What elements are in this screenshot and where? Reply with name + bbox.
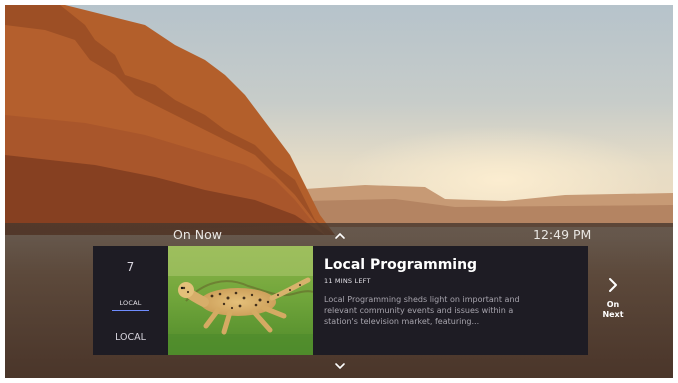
chevron-up-icon[interactable] [333,231,347,241]
background-canyon [305,185,673,227]
program-description: Local Programming sheds light on importa… [324,295,520,326]
on-next-label-line2: Next [602,310,624,319]
program-title: Local Programming [324,257,478,273]
chevron-down-icon[interactable] [333,361,347,371]
channel-number: 7 [126,260,135,274]
program-time-left: 11 MINS LEFT [324,277,371,285]
chevron-right-icon[interactable] [606,277,620,293]
channel-info[interactable]: 7 LOCAL LOCAL [93,246,168,355]
current-time: 12:49 PM [533,227,592,242]
section-label: On Now [173,227,222,242]
channel-name: LOCAL [115,332,146,343]
program-thumbnail[interactable] [168,246,313,355]
background-cliff [5,5,335,235]
channel-badge: LOCAL [112,299,149,311]
on-next-label-line1: On [606,300,620,309]
cheetah-image [168,246,313,355]
on-next-button[interactable]: On Next [593,300,633,320]
program-details[interactable]: Local Programming 11 MINS LEFT Local Pro… [313,246,588,355]
